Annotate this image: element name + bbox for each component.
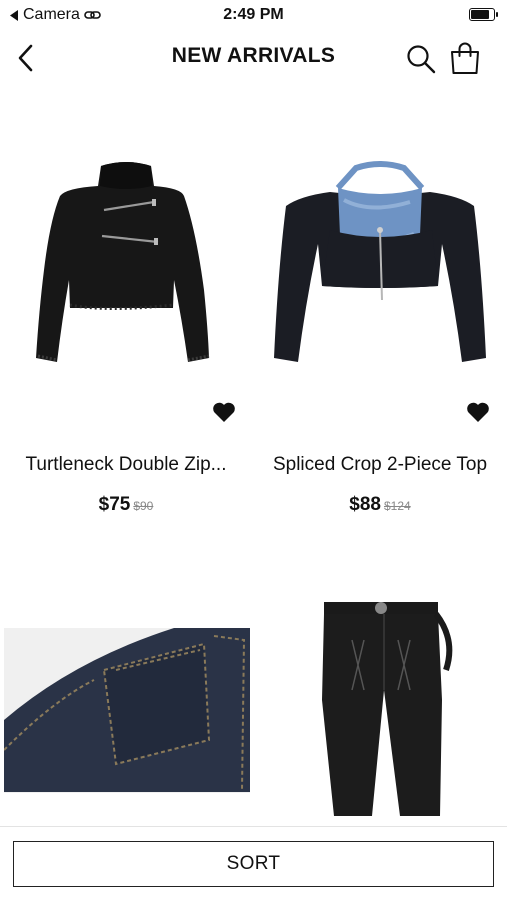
battery-icon [469,8,498,21]
product-price-row: $88 $124 [260,494,500,516]
shopping-bag-icon [451,42,479,74]
search-icon [407,45,436,74]
product-image-denim[interactable] [4,600,252,826]
shopping-bag-button[interactable] [446,38,484,78]
product-name[interactable]: Turtleneck Double Zip... [6,454,246,476]
product-name[interactable]: Spliced Crop 2-Piece Top [260,454,500,476]
product-old-price: $124 [384,499,411,513]
product-card[interactable] [4,600,252,826]
product-price-row: $75 $90 [6,494,246,516]
product-old-price: $90 [133,499,154,513]
search-button[interactable] [402,40,440,78]
product-card[interactable] [260,600,500,826]
heart-icon[interactable] [466,401,490,423]
heart-icon[interactable] [212,401,236,423]
product-price: $75 [98,494,131,515]
product-card[interactable]: Turtleneck Double Zip... $75 $90 [6,140,246,525]
product-image-crop-top[interactable] [260,140,500,370]
product-image-sweater[interactable] [6,140,246,370]
product-card[interactable]: Spliced Crop 2-Piece Top $88 $124 [260,140,500,525]
footer-bar: SORT [0,826,507,901]
status-bar: Camera 2:49 PM [0,0,507,30]
app-header: NEW ARRIVALS [0,30,507,88]
product-price: $88 [349,494,381,515]
status-time: 2:49 PM [223,6,284,23]
product-image-jeans[interactable] [260,600,500,826]
sort-button[interactable]: SORT [13,841,494,887]
battery-fill [471,10,489,19]
